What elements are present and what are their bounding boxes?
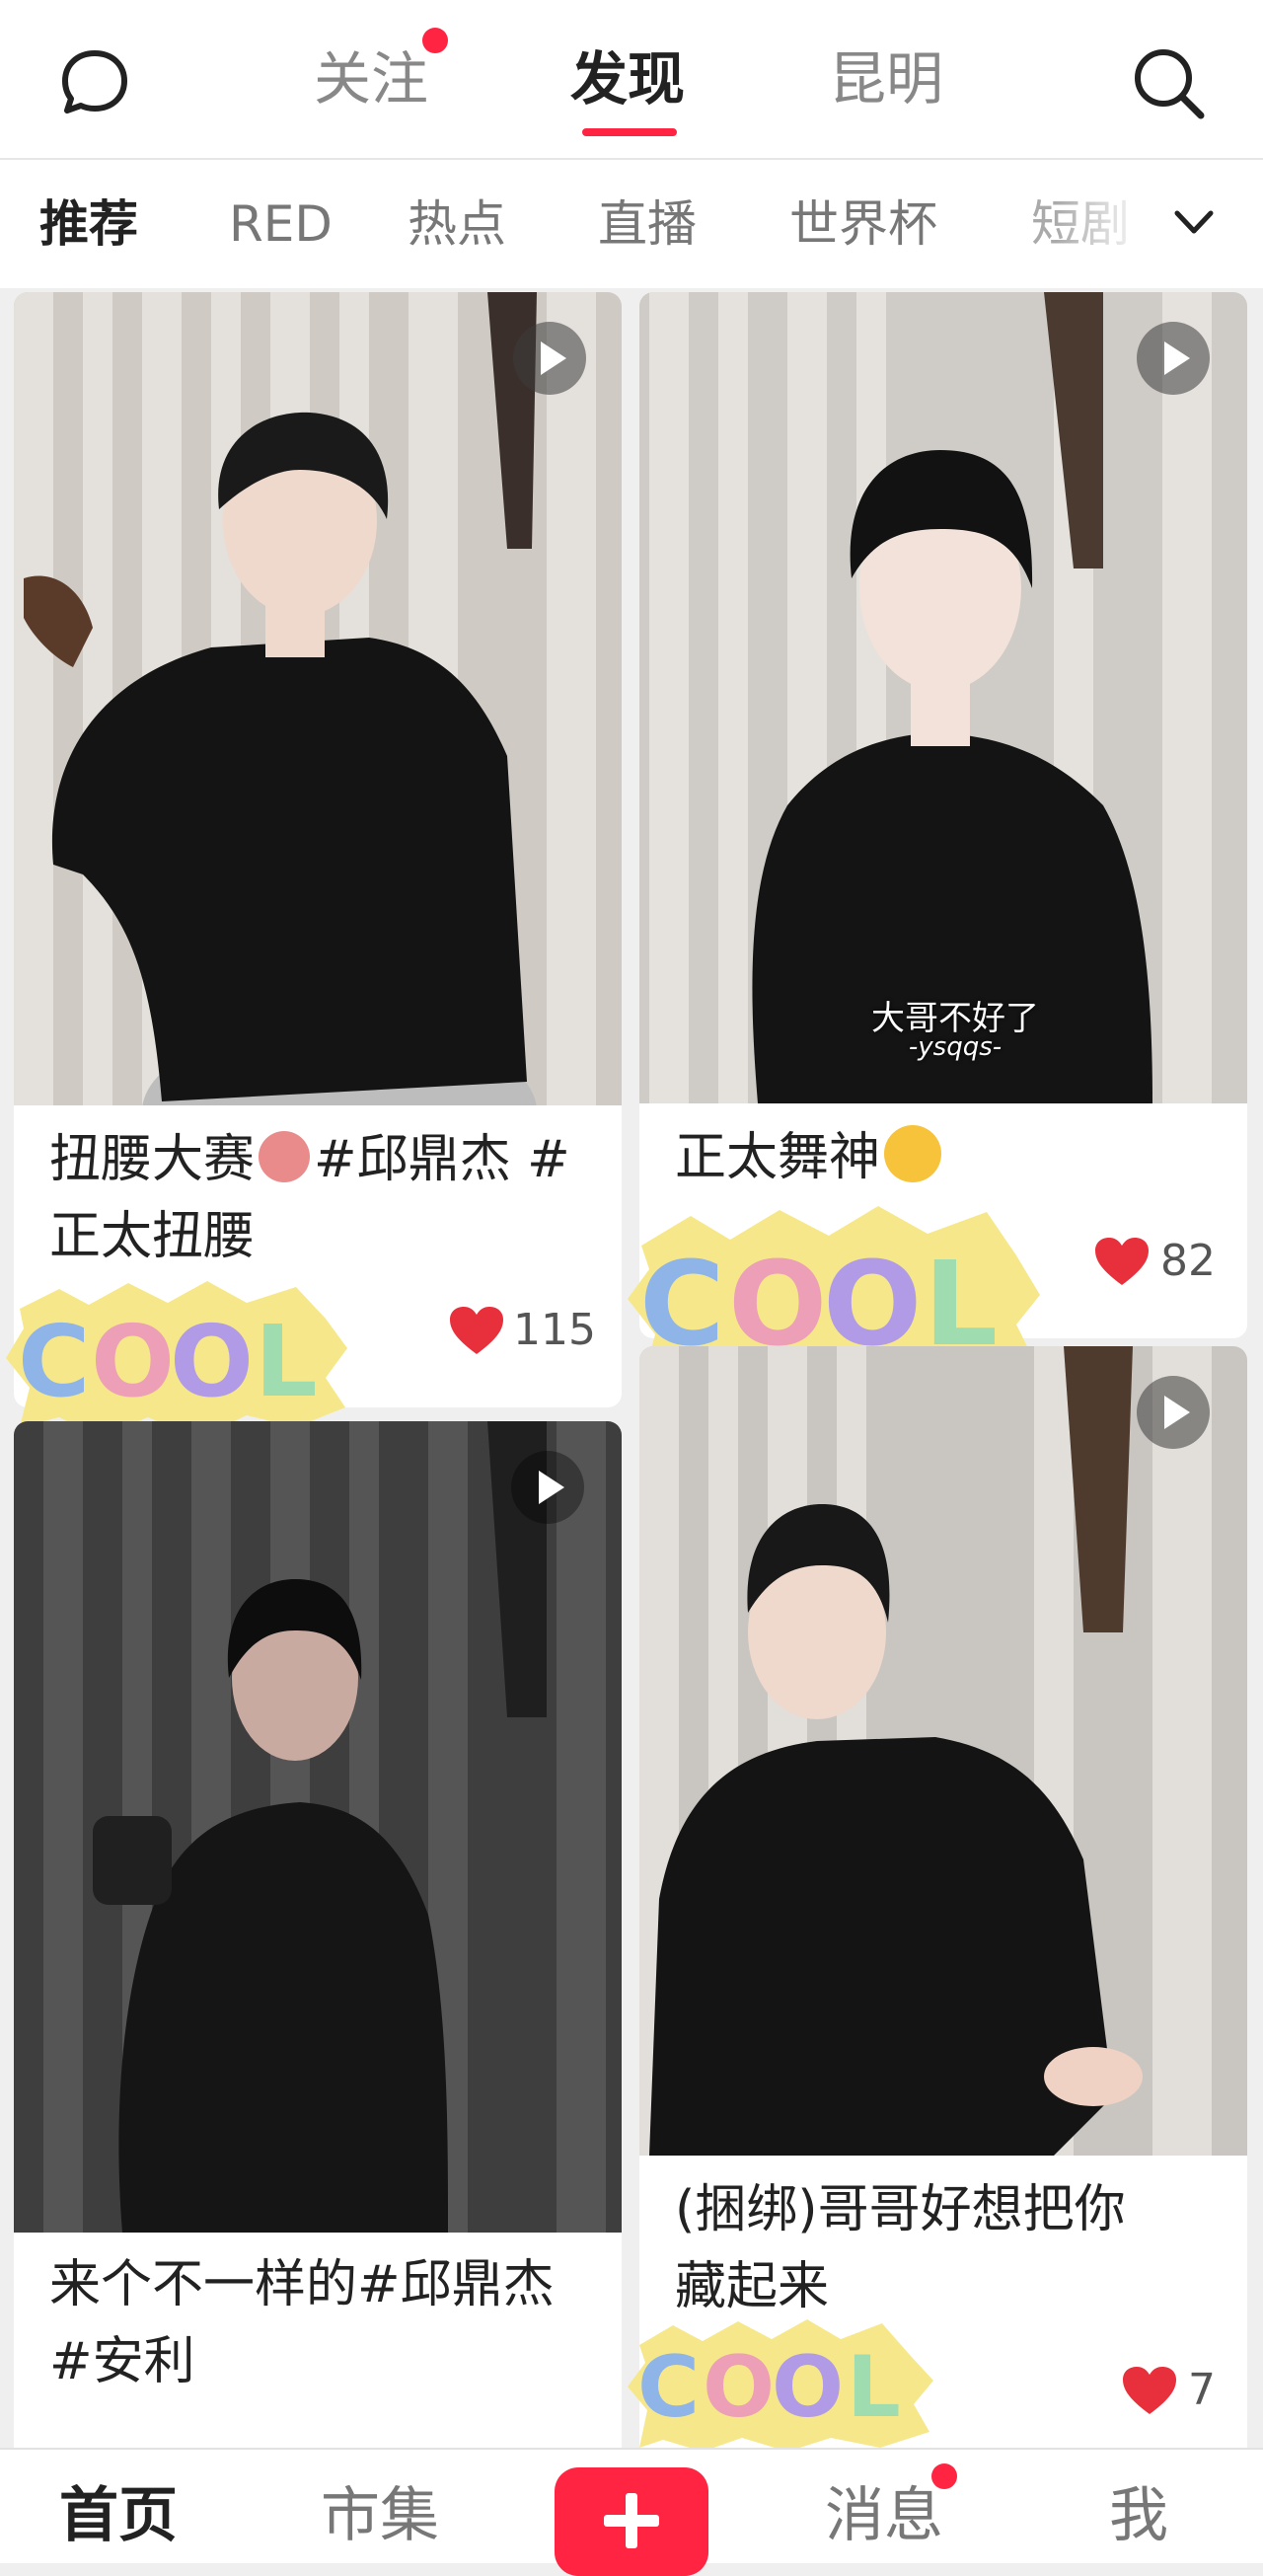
- card-2-like-count: 82: [1160, 1236, 1216, 1286]
- category-recommend[interactable]: 推荐: [39, 189, 138, 259]
- category-world-cup[interactable]: 世界杯: [789, 189, 937, 259]
- video-thumbnail-3[interactable]: [14, 1421, 622, 2233]
- category-live[interactable]: 直播: [598, 189, 697, 259]
- video-watermark: -ysqqs-: [908, 1032, 1003, 1062]
- nav-market[interactable]: 市集: [321, 2471, 439, 2560]
- card-2-title: 正太舞神: [675, 1128, 881, 1187]
- feed-card-1[interactable]: 扭腰大赛 #邱鼎杰 # 正太扭腰 115: [14, 292, 622, 1407]
- card-1-title: 扭腰大赛: [49, 1130, 256, 1189]
- svg-text:O: O: [91, 1304, 175, 1419]
- video-thumbnail-1[interactable]: [14, 292, 622, 1105]
- chevron-down-icon[interactable]: [1169, 197, 1219, 247]
- svg-text:O: O: [170, 1304, 254, 1419]
- add-post-button[interactable]: [555, 2467, 708, 2576]
- card-1-hashtags: #邱鼎杰 #: [314, 1130, 570, 1189]
- top-bar: 关注 发现 昆明: [0, 0, 1263, 160]
- cool-sticker-3: C O O L: [628, 2319, 933, 2452]
- svg-text:O: O: [772, 2338, 844, 2437]
- tab-follow[interactable]: 关注: [314, 39, 428, 118]
- card-3-caption-line1: 来个不一样的#邱鼎杰: [49, 2255, 555, 2314]
- bottom-navigation: 首页 市集 消息 我: [0, 2448, 1263, 2576]
- cool-sticker-1: C O O L: [6, 1281, 347, 1439]
- chat-bubble-icon[interactable]: [59, 47, 130, 118]
- svg-text:L: L: [255, 1304, 318, 1419]
- svg-text:O: O: [703, 2338, 775, 2437]
- heart-icon[interactable]: [1093, 1236, 1151, 1287]
- search-icon[interactable]: [1130, 44, 1207, 121]
- nav-messages[interactable]: 消息: [825, 2471, 943, 2560]
- follow-notification-dot: [422, 28, 448, 53]
- plus-icon-vertical: [626, 2493, 637, 2548]
- crazy-face-emoji: [884, 1125, 942, 1182]
- card-3-caption-line2: #安利: [49, 2332, 195, 2391]
- category-red[interactable]: RED: [229, 189, 333, 259]
- pig-emoji: [259, 1131, 311, 1182]
- card-1-like-count: 115: [513, 1305, 596, 1355]
- card-2-caption-line1: 正太舞神: [675, 1119, 942, 1196]
- play-icon: [1137, 1376, 1210, 1449]
- feed-card-3[interactable]: 来个不一样的#邱鼎杰 #安利: [14, 1421, 622, 2467]
- card-4-caption-line1: (捆绑)哥哥好想把你: [675, 2180, 1126, 2239]
- card-1-caption-line1: 扭腰大赛 #邱鼎杰 #: [49, 1121, 570, 1198]
- svg-text:C: C: [18, 1304, 90, 1419]
- feed-card-2[interactable]: 大哥不好了 -ysqqs- 正太舞神 82: [639, 292, 1247, 1338]
- video-thumbnail-4[interactable]: [639, 1346, 1247, 2156]
- card-4-like-count: 7: [1188, 2365, 1216, 2415]
- category-fade: [1056, 160, 1164, 288]
- video-thumbnail-2[interactable]: [639, 292, 1247, 1103]
- card-1-caption-line2: 正太扭腰: [49, 1207, 256, 1266]
- active-tab-underline: [582, 128, 677, 136]
- svg-text:L: L: [847, 2338, 901, 2437]
- nav-home[interactable]: 首页: [59, 2471, 178, 2560]
- svg-text:C: C: [637, 2338, 700, 2437]
- heart-icon[interactable]: [448, 1305, 505, 1356]
- messages-notification-dot: [931, 2463, 957, 2489]
- tab-discover[interactable]: 发现: [570, 39, 685, 118]
- tab-city[interactable]: 昆明: [829, 39, 943, 118]
- feed-card-4[interactable]: (捆绑)哥哥好想把你 藏起来 7: [639, 1346, 1247, 2467]
- category-hot[interactable]: 热点: [408, 189, 506, 259]
- play-icon: [511, 1451, 584, 1524]
- play-icon: [513, 322, 586, 395]
- nav-me[interactable]: 我: [1109, 2471, 1168, 2560]
- play-icon: [1137, 322, 1210, 395]
- heart-icon[interactable]: [1121, 2365, 1178, 2416]
